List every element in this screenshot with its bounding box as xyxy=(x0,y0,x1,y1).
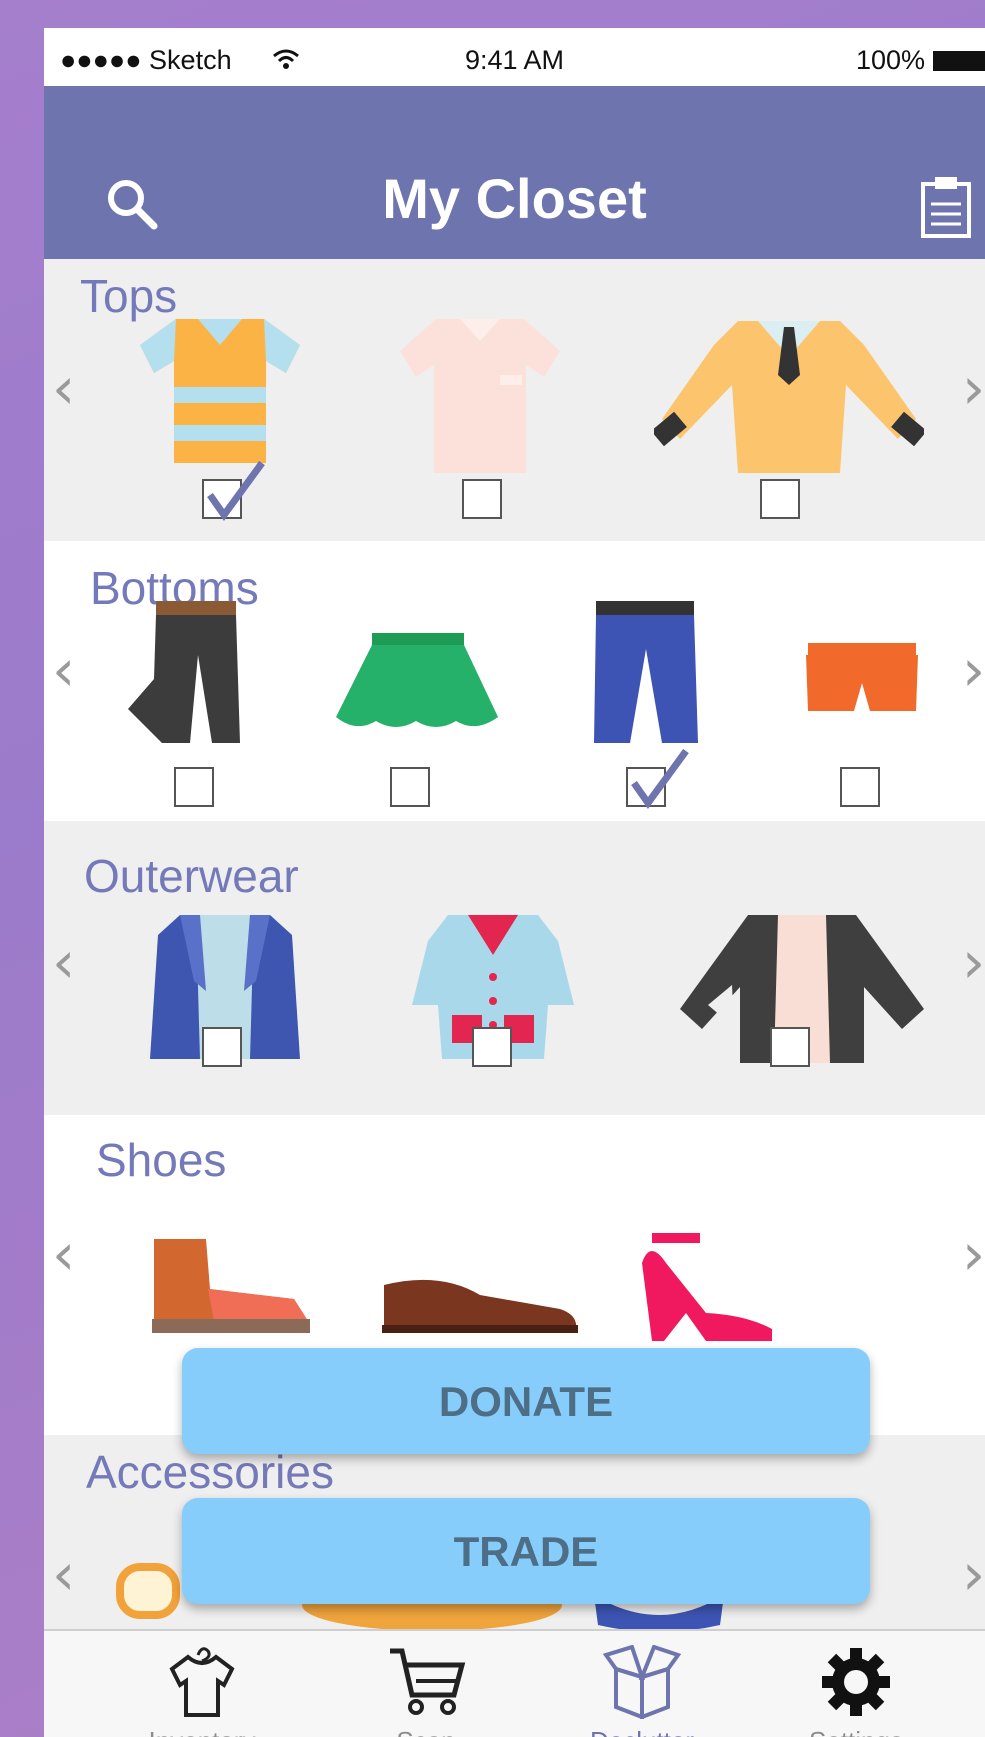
section-tops: Tops ‹ › xyxy=(44,259,985,541)
checkbox-blue-jeans[interactable] xyxy=(626,748,689,809)
tab-inventory[interactable]: Inventory xyxy=(102,1631,302,1737)
prev-arrow-outerwear[interactable]: ‹ xyxy=(52,933,75,991)
status-bar: ●●●●● Sketch 9:41 AM 100% xyxy=(44,28,985,86)
next-arrow-accessories[interactable]: › xyxy=(962,1545,985,1603)
black-pants[interactable] xyxy=(128,599,248,749)
next-arrow-bottoms[interactable]: › xyxy=(962,641,985,699)
prev-arrow-shoes[interactable]: ‹ xyxy=(52,1225,75,1283)
yellow-sweater-with-tie[interactable] xyxy=(654,315,924,475)
battery-status: 100% xyxy=(856,45,985,76)
red-high-heel[interactable] xyxy=(636,1233,772,1343)
checkbox-striped-polo-shirt[interactable] xyxy=(202,460,265,521)
orange-shorts[interactable] xyxy=(806,643,918,713)
donate-button[interactable]: DONATE xyxy=(182,1348,870,1454)
next-arrow-outerwear[interactable]: › xyxy=(962,933,985,991)
checkbox-blue-blazer[interactable] xyxy=(202,1027,242,1067)
tab-label-scan: Scan xyxy=(326,1726,526,1737)
checkbox-green-skirt[interactable] xyxy=(390,767,430,807)
checkmark-icon xyxy=(207,460,265,521)
next-arrow-shoes[interactable]: › xyxy=(962,1225,985,1283)
checkbox-black-jacket[interactable] xyxy=(770,1027,810,1067)
pink-shirt[interactable] xyxy=(400,315,560,475)
tab-settings[interactable]: Settings xyxy=(756,1631,956,1737)
battery-percent: 100% xyxy=(855,45,925,75)
checkbox-orange-shorts[interactable] xyxy=(840,767,880,807)
checkbox-pink-shirt[interactable] xyxy=(462,479,502,519)
tab-label-settings: Settings xyxy=(756,1726,956,1737)
gear-icon xyxy=(822,1648,890,1716)
striped-polo-shirt[interactable] xyxy=(140,315,300,465)
prev-arrow-accessories[interactable]: ‹ xyxy=(52,1545,75,1603)
battery-icon xyxy=(933,50,985,71)
brown-boot[interactable] xyxy=(148,1235,312,1335)
tab-label-inventory: Inventory xyxy=(102,1726,302,1737)
tab-declutter[interactable]: Declutter xyxy=(542,1631,742,1737)
tab-bar: Inventory Scan Declutter xyxy=(44,1629,985,1737)
brown-oxford[interactable] xyxy=(380,1265,580,1335)
section-label-shoes: Shoes xyxy=(96,1134,227,1186)
tab-scan[interactable]: Scan xyxy=(326,1631,526,1737)
checkbox-black-pants[interactable] xyxy=(174,767,214,807)
blue-jeans[interactable] xyxy=(590,599,700,749)
next-arrow-tops[interactable]: › xyxy=(962,359,985,417)
checkbox-light-blue-coat[interactable] xyxy=(472,1027,512,1067)
page-title: My Closet xyxy=(382,167,647,230)
checkmark-icon xyxy=(631,748,689,809)
prev-arrow-tops[interactable]: ‹ xyxy=(52,359,75,417)
nav-bar: My Closet xyxy=(44,86,985,287)
section-bottoms: Bottoms ‹ › xyxy=(44,541,985,821)
status-time: 9:41 AM xyxy=(464,45,565,75)
box-icon xyxy=(602,1645,682,1719)
shirt-icon xyxy=(169,1647,235,1717)
tab-label-declutter: Declutter xyxy=(542,1726,742,1737)
clipboard-icon[interactable] xyxy=(919,174,973,240)
checkbox-yellow-sweater-with-tie[interactable] xyxy=(760,479,800,519)
prev-arrow-bottoms[interactable]: ‹ xyxy=(52,641,75,699)
phone-screen: ●●●●● Sketch 9:41 AM 100% My Closet Tops… xyxy=(44,28,985,1737)
section-label-outerwear: Outerwear xyxy=(84,850,299,902)
cart-icon xyxy=(390,1648,466,1715)
trade-button[interactable]: TRADE xyxy=(182,1498,870,1604)
section-outerwear: Outerwear ‹ › xyxy=(44,821,985,1115)
green-skirt[interactable] xyxy=(336,633,498,733)
